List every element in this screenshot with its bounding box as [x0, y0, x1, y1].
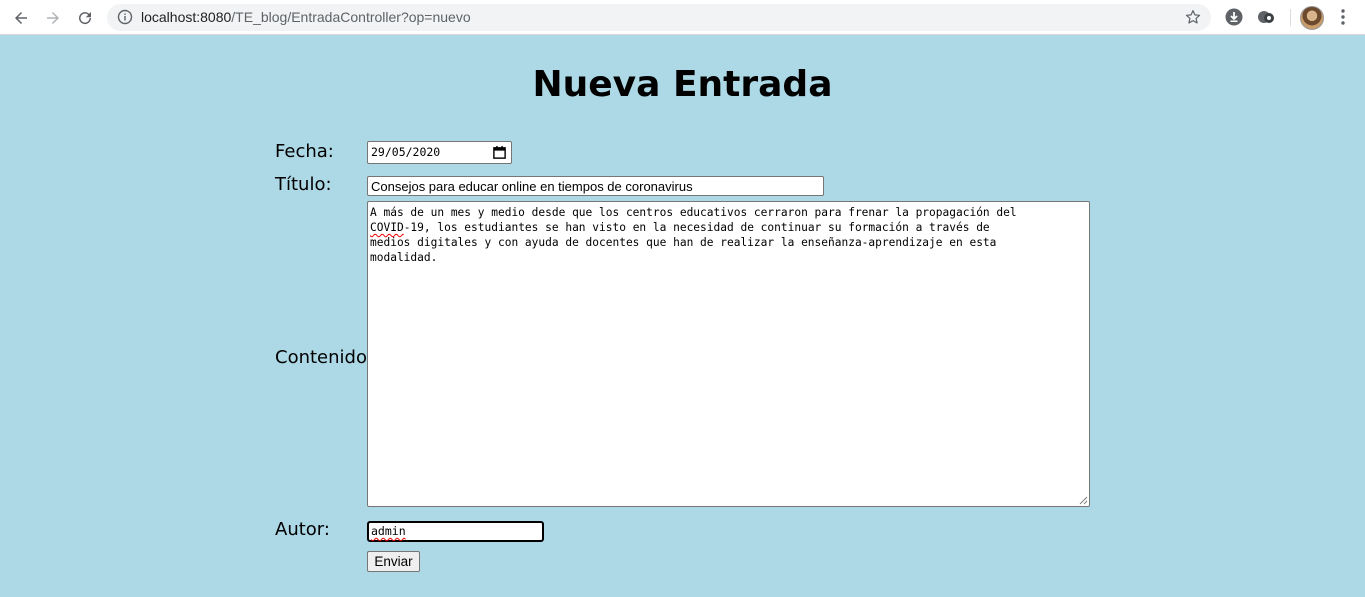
forward-arrow-icon[interactable] [41, 6, 65, 30]
back-arrow-icon[interactable] [9, 6, 33, 30]
enviar-button[interactable]: Enviar [367, 551, 420, 572]
url-path: /TE_blog/EntradaController?op=nuevo [231, 9, 471, 25]
fecha-label: Fecha: [275, 141, 334, 162]
fecha-date-input[interactable]: 29/05/2020 [367, 141, 512, 164]
autor-value: admin [371, 524, 406, 538]
titulo-input[interactable]: Consejos para educar online en tiempos d… [367, 176, 824, 196]
more-menu-icon[interactable] [1335, 8, 1351, 26]
star-icon[interactable] [1185, 9, 1201, 25]
contenido-text-end: -19, los estudiantes se han visto en la … [370, 221, 997, 264]
fecha-value: 29/05/2020 [371, 145, 441, 159]
resize-grip-icon[interactable] [1078, 495, 1088, 505]
extension-icon[interactable] [1257, 8, 1275, 26]
profile-avatar[interactable] [1300, 6, 1324, 30]
url-host: localhost:8080 [141, 9, 232, 25]
download-icon[interactable] [1225, 8, 1243, 26]
url-text: localhost:8080/TE_blog/EntradaController… [141, 9, 471, 25]
info-icon[interactable] [117, 9, 133, 25]
address-bar[interactable]: localhost:8080/TE_blog/EntradaController… [107, 4, 1211, 31]
calendar-icon[interactable] [492, 145, 507, 160]
autor-label: Autor: [275, 519, 330, 540]
browser-toolbar: localhost:8080/TE_blog/EntradaController… [0, 0, 1365, 35]
reload-icon[interactable] [73, 6, 97, 30]
titulo-label: Título: [275, 174, 332, 195]
contenido-text-start: A más de un mes y medio desde que los ce… [370, 206, 1017, 219]
contenido-label: Contenido: [275, 347, 374, 368]
contenido-textarea[interactable]: A más de un mes y medio desde que los ce… [367, 201, 1090, 507]
contenido-misspelled-word: COVID [370, 221, 404, 234]
page-title: Nueva Entrada [532, 64, 833, 105]
autor-input[interactable]: admin [367, 521, 544, 542]
toolbar-separator [1290, 9, 1291, 26]
